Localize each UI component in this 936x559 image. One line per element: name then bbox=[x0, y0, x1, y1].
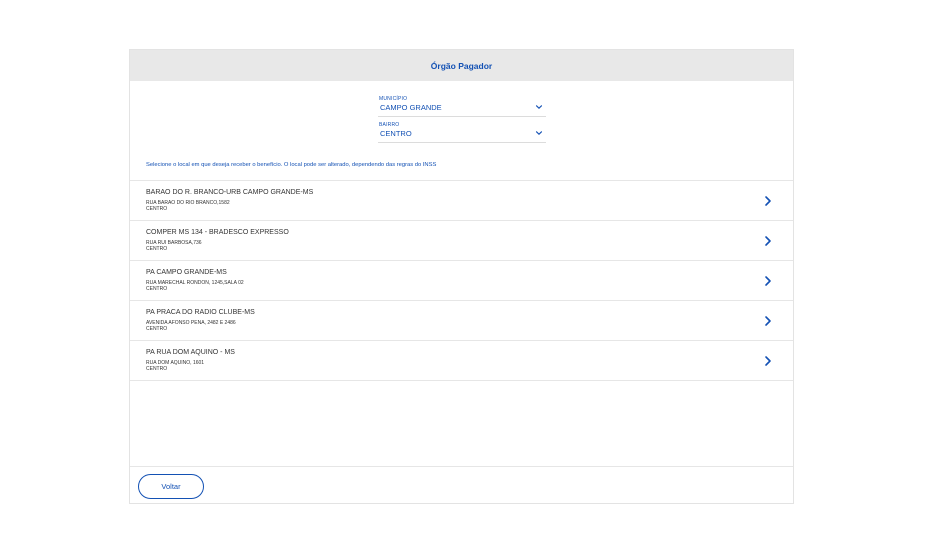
page-title: Órgão Pagador bbox=[430, 60, 493, 71]
chevron-down-icon bbox=[535, 131, 543, 135]
panel-footer: Voltar bbox=[130, 466, 793, 504]
location-row[interactable]: COMPER MS 134 - BRADESCO EXPRESSO RUA RU… bbox=[130, 221, 793, 261]
municipio-select[interactable]: MUNICÍPIO CAMPO GRANDE bbox=[378, 96, 546, 117]
bairro-value: CENTRO bbox=[380, 129, 412, 138]
orgao-pagador-panel: Órgão Pagador MUNICÍPIO CAMPO GRANDE BAI… bbox=[129, 49, 794, 504]
chevron-right-icon bbox=[765, 316, 771, 326]
chevron-right-icon bbox=[765, 356, 771, 366]
location-bairro: CENTRO bbox=[146, 366, 168, 372]
location-name: BARAO DO R. BRANCO-URB CAMPO GRANDE-MS bbox=[146, 189, 314, 196]
location-bairro: CENTRO bbox=[146, 326, 168, 332]
chevron-right-icon bbox=[765, 196, 771, 206]
chevron-down-icon bbox=[535, 105, 543, 109]
location-bairro: CENTRO bbox=[146, 286, 168, 292]
panel-header: Órgão Pagador bbox=[130, 50, 793, 81]
location-row[interactable]: BARAO DO R. BRANCO-URB CAMPO GRANDE-MS R… bbox=[130, 181, 793, 221]
chevron-right-icon bbox=[765, 236, 771, 246]
location-bairro: CENTRO bbox=[146, 206, 168, 212]
bairro-select[interactable]: BAIRRO CENTRO bbox=[378, 122, 546, 143]
filters: MUNICÍPIO CAMPO GRANDE BAIRRO CENTRO bbox=[378, 96, 546, 148]
location-name: COMPER MS 134 - BRADESCO EXPRESSO bbox=[146, 229, 289, 236]
location-name: PA PRACA DO RADIO CLUBE-MS bbox=[146, 309, 255, 316]
location-name: PA RUA DOM AQUINO - MS bbox=[146, 349, 235, 356]
location-row[interactable]: PA RUA DOM AQUINO - MS RUA DOM AQUINO, 1… bbox=[130, 341, 793, 381]
municipio-value: CAMPO GRANDE bbox=[380, 103, 442, 112]
location-name: PA CAMPO GRANDE-MS bbox=[146, 269, 227, 276]
back-button[interactable]: Voltar bbox=[138, 474, 204, 499]
location-bairro: CENTRO bbox=[146, 246, 168, 252]
chevron-right-icon bbox=[765, 276, 771, 286]
location-row[interactable]: PA CAMPO GRANDE-MS RUA MARECHAL RONDON, … bbox=[130, 261, 793, 301]
location-list: BARAO DO R. BRANCO-URB CAMPO GRANDE-MS R… bbox=[130, 180, 793, 381]
selection-hint: Selecione o local em que deseja receber … bbox=[146, 162, 437, 168]
location-row[interactable]: PA PRACA DO RADIO CLUBE-MS AVENIDA AFONS… bbox=[130, 301, 793, 341]
